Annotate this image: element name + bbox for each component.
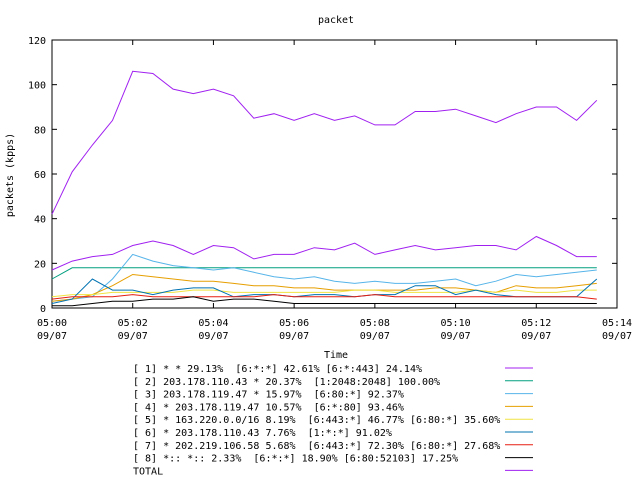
- legend: [ 1] * * 29.13% [6:*:*] 42.61% [6:*:443]…: [133, 364, 533, 477]
- legend-label-9: TOTAL: [133, 466, 163, 477]
- y-tick-label: 80: [34, 125, 46, 136]
- x-tick-time-label: 05:06: [279, 318, 309, 329]
- legend-label-8: [ 8] *:: *:: 2.33% [6:*:*] 18.90% [6:80:…: [133, 454, 458, 465]
- x-tick-date-label: 09/07: [279, 331, 309, 342]
- x-tick-date-label: 09/07: [602, 331, 632, 342]
- x-tick-time-label: 05:02: [118, 318, 148, 329]
- y-tick-label: 60: [34, 170, 46, 181]
- x-tick-date-label: 09/07: [118, 331, 148, 342]
- x-tick-date-label: 09/07: [441, 331, 471, 342]
- x-tick-time-label: 05:08: [360, 318, 390, 329]
- y-tick-label: 0: [40, 304, 46, 315]
- legend-label-5: [ 5] * 163.220.0.0/16 8.19% [6:443:*] 46…: [133, 415, 500, 426]
- x-tick-time-label: 05:12: [521, 318, 551, 329]
- x-tick-date-label: 09/07: [521, 331, 551, 342]
- legend-label-7: [ 7] * 202.219.106.58 5.68% [6:443:*] 72…: [133, 441, 500, 452]
- x-tick-time-label: 05:04: [198, 318, 228, 329]
- y-tick-label: 120: [28, 36, 46, 47]
- series-line-9: [51, 70, 598, 215]
- y-tick-label: 40: [34, 215, 46, 226]
- x-tick-time-label: 05:00: [37, 318, 67, 329]
- series-line-7: [51, 294, 597, 300]
- x-axis-label: Time: [324, 350, 348, 361]
- packet-chart: packet packets (kpps) Time 0 20 40 60 80 100 1…: [5, 15, 632, 477]
- legend-label-2: [ 2] 203.178.110.43 * 20.37% [1:2048:204…: [133, 377, 440, 388]
- series-line-5: [51, 289, 597, 298]
- x-tick-date-label: 09/07: [37, 331, 67, 342]
- legend-label-1: [ 1] * * 29.13% [6:*:*] 42.61% [6:*:443]…: [133, 364, 422, 375]
- chart-title: packet: [318, 15, 354, 26]
- x-tick-date-label: 09/07: [198, 331, 228, 342]
- y-axis-label: packets (kpps): [5, 133, 16, 217]
- x-tick-time-label: 05:14: [602, 318, 632, 329]
- series-lines: [51, 70, 598, 307]
- series-line-1: [51, 235, 597, 271]
- y-tick-label: 100: [28, 81, 46, 92]
- series-line-6: [51, 278, 598, 304]
- legend-label-3: [ 3] 203.178.119.47 * 15.97% [6:80:*] 92…: [133, 390, 404, 401]
- series-line-2: [51, 267, 597, 280]
- y-tick-label: 20: [34, 259, 46, 270]
- series-line-8: [52, 296, 597, 307]
- legend-label-4: [ 4] * 203.178.119.47 10.57% [6:*:80] 93…: [133, 402, 404, 413]
- legend-label-6: [ 6] * 203.178.110.43 7.76% [1:*:*] 91.0…: [133, 428, 392, 439]
- x-tick-date-label: 09/07: [360, 331, 390, 342]
- x-tick-time-label: 05:10: [441, 318, 471, 329]
